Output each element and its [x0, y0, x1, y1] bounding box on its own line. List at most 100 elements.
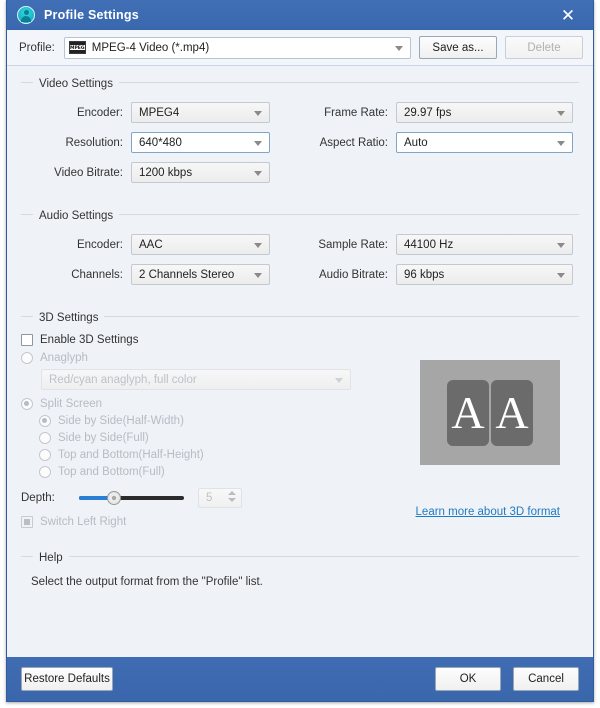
- chevron-down-icon: [254, 170, 262, 176]
- chevron-down-icon: [254, 140, 262, 146]
- combobox-sample-rate[interactable]: 44100 Hz: [396, 234, 573, 255]
- switch-left-right-checkbox: [21, 516, 33, 528]
- delete-button: Delete: [505, 36, 583, 59]
- radio-side-by-side-full-row: Side by Side(Full): [39, 432, 381, 444]
- preview-right-eye: A: [491, 379, 533, 446]
- field-encoder-video: Encoder: MPEG4: [21, 102, 300, 123]
- radio-split-screen: [21, 398, 33, 410]
- combobox-anaglyph-mode: Red/cyan anaglyph, full color: [41, 369, 351, 390]
- chevron-down-icon: [254, 110, 262, 116]
- field-aspect-ratio: Aspect Ratio: Auto: [300, 132, 579, 153]
- label-aspect-ratio: Aspect Ratio:: [319, 136, 388, 149]
- label-anaglyph: Anaglyph: [40, 352, 88, 364]
- label-resolution: Resolution:: [65, 136, 123, 149]
- label-video-bitrate: Video Bitrate:: [54, 166, 123, 179]
- radio-top-bottom-half-row: Top and Bottom(Half-Height): [39, 449, 381, 461]
- combobox-resolution[interactable]: 640*480: [131, 132, 270, 153]
- chevron-down-icon: [254, 272, 262, 278]
- audio-settings-group: Audio Settings Encoder: AAC Channels: 2 …: [21, 206, 579, 294]
- mpeg-film-icon: MPEG: [68, 41, 86, 54]
- video-settings-title: Video Settings: [33, 78, 119, 90]
- help-title: Help: [33, 552, 69, 564]
- user-circle-icon: [17, 6, 35, 24]
- combobox-encoder-audio[interactable]: AAC: [131, 234, 270, 255]
- radio-top-bottom-half: [39, 449, 51, 461]
- label-sample-rate: Sample Rate:: [318, 238, 388, 251]
- combobox-frame-rate[interactable]: 29.97 fps: [396, 102, 573, 123]
- field-channels: Channels: 2 Channels Stereo: [21, 264, 300, 285]
- profile-value: MPEG-4 Video (*.mp4): [91, 41, 210, 54]
- field-resolution: Resolution: 640*480: [21, 132, 300, 153]
- learn-more-3d-link[interactable]: Learn more about 3D format: [416, 506, 560, 518]
- combobox-aspect-ratio[interactable]: Auto: [396, 132, 573, 153]
- three-d-preview: A A: [420, 360, 560, 465]
- preview-left-eye: A: [447, 379, 489, 446]
- label-frame-rate: Frame Rate:: [324, 106, 388, 119]
- chevron-down-icon: [335, 377, 343, 383]
- help-text: Select the output format from the "Profi…: [31, 576, 263, 588]
- depth-slider-handle[interactable]: [107, 491, 121, 505]
- cancel-button[interactable]: Cancel: [513, 667, 579, 691]
- three-d-settings-title: 3D Settings: [33, 312, 105, 324]
- dialog-body: Video Settings Encoder: MPEG4 Resolution…: [7, 66, 593, 658]
- switch-left-right-row: Switch Left Right: [21, 516, 381, 528]
- chevron-down-icon: [557, 110, 565, 116]
- label-side-by-side-full: Side by Side(Full): [58, 432, 149, 444]
- video-settings-group: Video Settings Encoder: MPEG4 Resolution…: [21, 74, 579, 192]
- radio-top-bottom-full-row: Top and Bottom(Full): [39, 466, 381, 478]
- profile-combobox[interactable]: MPEG MPEG-4 Video (*.mp4): [63, 36, 411, 59]
- value-audio-bitrate: 96 kbps: [404, 268, 445, 281]
- ok-button[interactable]: OK: [435, 667, 501, 691]
- radio-side-by-side-half-row: Side by Side(Half-Width): [39, 415, 381, 427]
- combobox-encoder-video[interactable]: MPEG4: [131, 102, 270, 123]
- audio-settings-title: Audio Settings: [33, 210, 120, 222]
- value-sample-rate: 44100 Hz: [404, 238, 454, 251]
- label-audio-bitrate: Audio Bitrate:: [318, 268, 388, 281]
- combobox-audio-bitrate[interactable]: 96 kbps: [396, 264, 573, 285]
- restore-defaults-button[interactable]: Restore Defaults: [21, 667, 113, 691]
- depth-label: Depth:: [21, 492, 55, 504]
- label-encoder-video: Encoder:: [76, 106, 123, 119]
- close-icon[interactable]: ✕: [549, 0, 587, 30]
- value-video-bitrate: 1200 kbps: [139, 166, 193, 179]
- save-as-button[interactable]: Save as...: [419, 36, 497, 59]
- enable-3d-label: Enable 3D Settings: [40, 334, 139, 346]
- three-d-settings-group: 3D Settings Enable 3D Settings Anaglyph …: [21, 308, 579, 534]
- label-top-bottom-half: Top and Bottom(Half-Height): [58, 449, 204, 461]
- chevron-down-icon: [557, 242, 565, 248]
- value-encoder-audio: AAC: [139, 238, 163, 251]
- label-side-by-side-half: Side by Side(Half-Width): [58, 415, 184, 427]
- depth-slider[interactable]: [79, 491, 184, 505]
- page-title: Profile Settings: [44, 8, 139, 22]
- label-encoder-audio: Encoder:: [76, 238, 123, 251]
- chevron-down-icon: [254, 242, 262, 248]
- value-aspect-ratio: Auto: [404, 136, 428, 149]
- radio-anaglyph-row: Anaglyph: [21, 352, 381, 364]
- field-video-bitrate: Video Bitrate: 1200 kbps: [21, 162, 300, 183]
- value-frame-rate: 29.97 fps: [404, 106, 452, 119]
- label-split-screen: Split Screen: [40, 398, 103, 410]
- field-frame-rate: Frame Rate: 29.97 fps: [300, 102, 579, 123]
- dialog-footer: Restore Defaults OK Cancel: [7, 657, 593, 701]
- profile-selector-row: Profile: MPEG MPEG-4 Video (*.mp4) Save …: [7, 30, 593, 66]
- switch-left-right-label: Switch Left Right: [40, 516, 127, 528]
- enable-3d-checkbox-row[interactable]: Enable 3D Settings: [21, 334, 381, 346]
- enable-3d-checkbox[interactable]: [21, 334, 33, 346]
- value-anaglyph-mode: Red/cyan anaglyph, full color: [49, 373, 197, 386]
- field-encoder-audio: Encoder: AAC: [21, 234, 300, 255]
- chevron-down-icon: [395, 45, 403, 51]
- radio-anaglyph: [21, 352, 33, 364]
- chevron-down-icon: [557, 140, 565, 146]
- label-top-bottom-full: Top and Bottom(Full): [58, 466, 165, 478]
- label-channels: Channels:: [71, 268, 123, 281]
- combobox-channels[interactable]: 2 Channels Stereo: [131, 264, 270, 285]
- radio-top-bottom-full: [39, 466, 51, 478]
- depth-control-row: Depth: 5: [21, 488, 381, 508]
- depth-stepper: 5: [198, 488, 242, 508]
- profile-settings-dialog: Profile Settings ✕ Profile: MPEG MPEG-4 …: [6, 0, 594, 702]
- combobox-video-bitrate[interactable]: 1200 kbps: [131, 162, 270, 183]
- field-sample-rate: Sample Rate: 44100 Hz: [300, 234, 579, 255]
- value-resolution: 640*480: [139, 136, 182, 149]
- profile-label: Profile:: [19, 41, 55, 54]
- stepper-arrows-icon: [228, 491, 236, 502]
